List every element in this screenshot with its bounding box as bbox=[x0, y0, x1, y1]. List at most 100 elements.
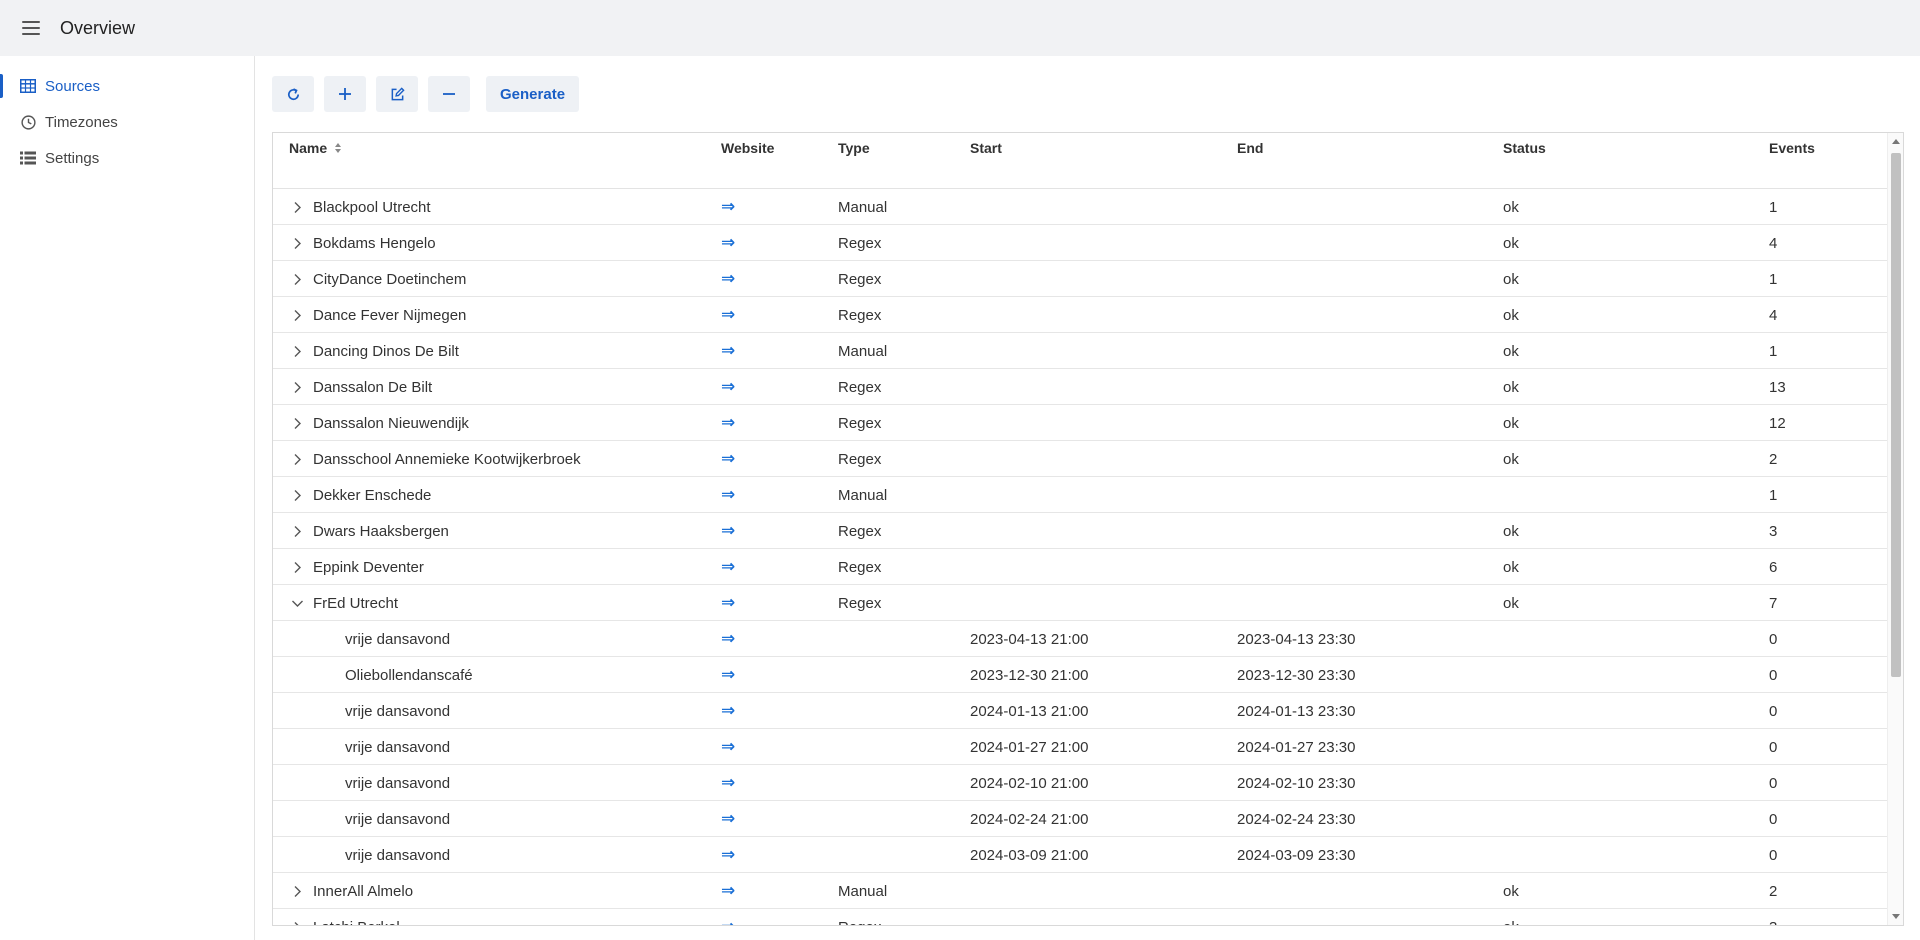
website-link-icon[interactable]: ⇒ bbox=[721, 773, 735, 793]
chevron-right-icon[interactable] bbox=[289, 333, 305, 369]
column-header-name[interactable]: Name bbox=[289, 140, 342, 156]
column-header-website[interactable]: Website bbox=[721, 140, 774, 156]
table-row[interactable]: Danssalon Nieuwendijk ⇒ Regex ok 12 bbox=[273, 405, 1887, 441]
chevron-right-icon[interactable] bbox=[289, 513, 305, 549]
column-header-status[interactable]: Status bbox=[1503, 140, 1546, 156]
website-link-icon[interactable]: ⇒ bbox=[721, 809, 735, 829]
website-link-icon[interactable]: ⇒ bbox=[721, 665, 735, 685]
clock-icon bbox=[20, 114, 36, 130]
chevron-right-icon[interactable] bbox=[289, 441, 305, 477]
table-row[interactable]: Bokdams Hengelo ⇒ Regex ok 4 bbox=[273, 225, 1887, 261]
scrollbar-thumb[interactable] bbox=[1891, 153, 1901, 677]
column-header-label: Website bbox=[721, 140, 775, 156]
chevron-right-icon[interactable] bbox=[289, 909, 305, 925]
chevron-down-icon[interactable] bbox=[289, 585, 305, 621]
sources-table: Name Website Type Start End Status Event… bbox=[272, 132, 1904, 926]
cell-end: 2024-02-10 23:30 bbox=[1237, 774, 1356, 792]
website-link-icon[interactable]: ⇒ bbox=[721, 341, 735, 361]
sidebar-item-sources[interactable]: Sources bbox=[0, 68, 254, 104]
chevron-right-icon[interactable] bbox=[289, 549, 305, 585]
cell-status: ok bbox=[1503, 450, 1519, 468]
website-link-icon[interactable]: ⇒ bbox=[721, 881, 735, 901]
refresh-button[interactable] bbox=[272, 76, 314, 112]
table-row[interactable]: Blackpool Utrecht ⇒ Manual ok 1 bbox=[273, 189, 1887, 225]
website-link-icon[interactable]: ⇒ bbox=[721, 449, 735, 469]
cell-events: 7 bbox=[1769, 594, 1778, 612]
column-header-end[interactable]: End bbox=[1237, 140, 1263, 156]
website-link-icon[interactable]: ⇒ bbox=[721, 737, 735, 757]
scroll-down-icon[interactable] bbox=[1892, 914, 1900, 919]
website-link-icon[interactable]: ⇒ bbox=[721, 845, 735, 865]
cell-type: Regex bbox=[838, 378, 882, 396]
cell-status: ok bbox=[1503, 198, 1519, 216]
chevron-right-icon[interactable] bbox=[289, 873, 305, 909]
table-row[interactable]: Dance Fever Nijmegen ⇒ Regex ok 4 bbox=[273, 297, 1887, 333]
website-link-icon[interactable]: ⇒ bbox=[721, 557, 735, 577]
table-child-row[interactable]: vrije dansavond ⇒ 2024-02-24 21:00 2024-02-… bbox=[273, 801, 1887, 837]
website-link-icon[interactable]: ⇒ bbox=[721, 233, 735, 253]
chevron-right-icon[interactable] bbox=[289, 477, 305, 513]
table-child-row[interactable]: vrije dansavond ⇒ 2023-04-13 21:00 2023-04-… bbox=[273, 621, 1887, 657]
cell-end: 2023-04-13 23:30 bbox=[1237, 630, 1356, 648]
cell-status: ok bbox=[1503, 234, 1519, 252]
cell-status: ok bbox=[1503, 594, 1519, 612]
website-link-icon[interactable]: ⇒ bbox=[721, 917, 735, 925]
cell-website: ⇒ bbox=[721, 909, 735, 925]
table-child-row[interactable]: vrije dansavond ⇒ 2024-03-09 21:00 2024-03-… bbox=[273, 837, 1887, 873]
website-link-icon[interactable]: ⇒ bbox=[721, 521, 735, 541]
table-row[interactable]: Dwars Haaksbergen ⇒ Regex ok 3 bbox=[273, 513, 1887, 549]
chevron-right-icon[interactable] bbox=[289, 297, 305, 333]
table-row[interactable]: Danssalon De Bilt ⇒ Regex ok 13 bbox=[273, 369, 1887, 405]
sidebar-item-label: Sources bbox=[45, 77, 101, 95]
chevron-right-icon[interactable] bbox=[289, 189, 305, 225]
table-row[interactable]: CityDance Doetinchem ⇒ Regex ok 1 bbox=[273, 261, 1887, 297]
chevron-right-icon[interactable] bbox=[289, 225, 305, 261]
website-link-icon[interactable]: ⇒ bbox=[721, 269, 735, 289]
website-link-icon[interactable]: ⇒ bbox=[721, 377, 735, 397]
generate-button[interactable]: Generate bbox=[486, 76, 580, 112]
table-row[interactable]: Dekker Enschede ⇒ Manual 1 bbox=[273, 477, 1887, 513]
edit-button[interactable] bbox=[376, 76, 418, 112]
minus-icon bbox=[443, 93, 455, 95]
website-link-icon[interactable]: ⇒ bbox=[721, 413, 735, 433]
website-link-icon[interactable]: ⇒ bbox=[721, 593, 735, 613]
table-child-row[interactable]: vrije dansavond ⇒ 2024-02-10 21:00 2024-02-… bbox=[273, 765, 1887, 801]
column-header-type[interactable]: Type bbox=[838, 140, 870, 156]
table-row[interactable]: Dansschool Annemieke Kootwijkerbroek ⇒ Reg… bbox=[273, 441, 1887, 477]
website-link-icon[interactable]: ⇒ bbox=[721, 305, 735, 325]
website-link-icon[interactable]: ⇒ bbox=[721, 197, 735, 217]
table-row[interactable]: FrEd Utrecht ⇒ Regex ok 7 bbox=[273, 585, 1887, 621]
cell-website: ⇒ bbox=[721, 405, 735, 441]
vertical-scrollbar[interactable] bbox=[1887, 133, 1903, 925]
sidebar-item-timezones[interactable]: Timezones bbox=[0, 104, 254, 140]
website-link-icon[interactable]: ⇒ bbox=[721, 485, 735, 505]
table-row[interactable]: Latchi Berkel ⇒ Regex ok 3 bbox=[273, 909, 1887, 925]
hamburger-icon[interactable] bbox=[22, 21, 40, 35]
website-link-icon[interactable]: ⇒ bbox=[721, 701, 735, 721]
cell-website: ⇒ bbox=[721, 297, 735, 333]
cell-type: Manual bbox=[838, 486, 888, 504]
chevron-right-icon[interactable] bbox=[289, 261, 305, 297]
chevron-right-icon[interactable] bbox=[289, 369, 305, 405]
cell-type: Regex bbox=[838, 522, 882, 540]
cell-type: Regex bbox=[838, 558, 882, 576]
table-child-row[interactable]: vrije dansavond ⇒ 2024-01-13 21:00 2024-01-… bbox=[273, 693, 1887, 729]
sidebar-item-settings[interactable]: Settings bbox=[0, 140, 254, 176]
table-child-row[interactable]: Oliebollendanscafé ⇒ 2023-12-30 21:00 2023-… bbox=[273, 657, 1887, 693]
add-button[interactable] bbox=[324, 76, 366, 112]
cell-name: Danssalon Nieuwendijk bbox=[313, 414, 469, 432]
website-link-icon[interactable]: ⇒ bbox=[721, 629, 735, 649]
table-row[interactable]: Dancing Dinos De Bilt ⇒ Manual ok 1 bbox=[273, 333, 1887, 369]
column-header-start[interactable]: Start bbox=[970, 140, 1002, 156]
cell-status: ok bbox=[1503, 270, 1519, 288]
sort-icon[interactable] bbox=[335, 143, 342, 153]
column-header-events[interactable]: Events bbox=[1769, 140, 1815, 156]
cell-website: ⇒ bbox=[721, 765, 735, 801]
table-child-row[interactable]: vrije dansavond ⇒ 2024-01-27 21:00 2024-01-… bbox=[273, 729, 1887, 765]
table-row[interactable]: Eppink Deventer ⇒ Regex ok 6 bbox=[273, 549, 1887, 585]
chevron-right-icon[interactable] bbox=[289, 405, 305, 441]
remove-button[interactable] bbox=[428, 76, 470, 112]
scroll-up-icon[interactable] bbox=[1892, 139, 1900, 144]
cell-name: Oliebollendanscafé bbox=[345, 666, 473, 684]
table-row[interactable]: InnerAll Almelo ⇒ Manual ok 2 bbox=[273, 873, 1887, 909]
